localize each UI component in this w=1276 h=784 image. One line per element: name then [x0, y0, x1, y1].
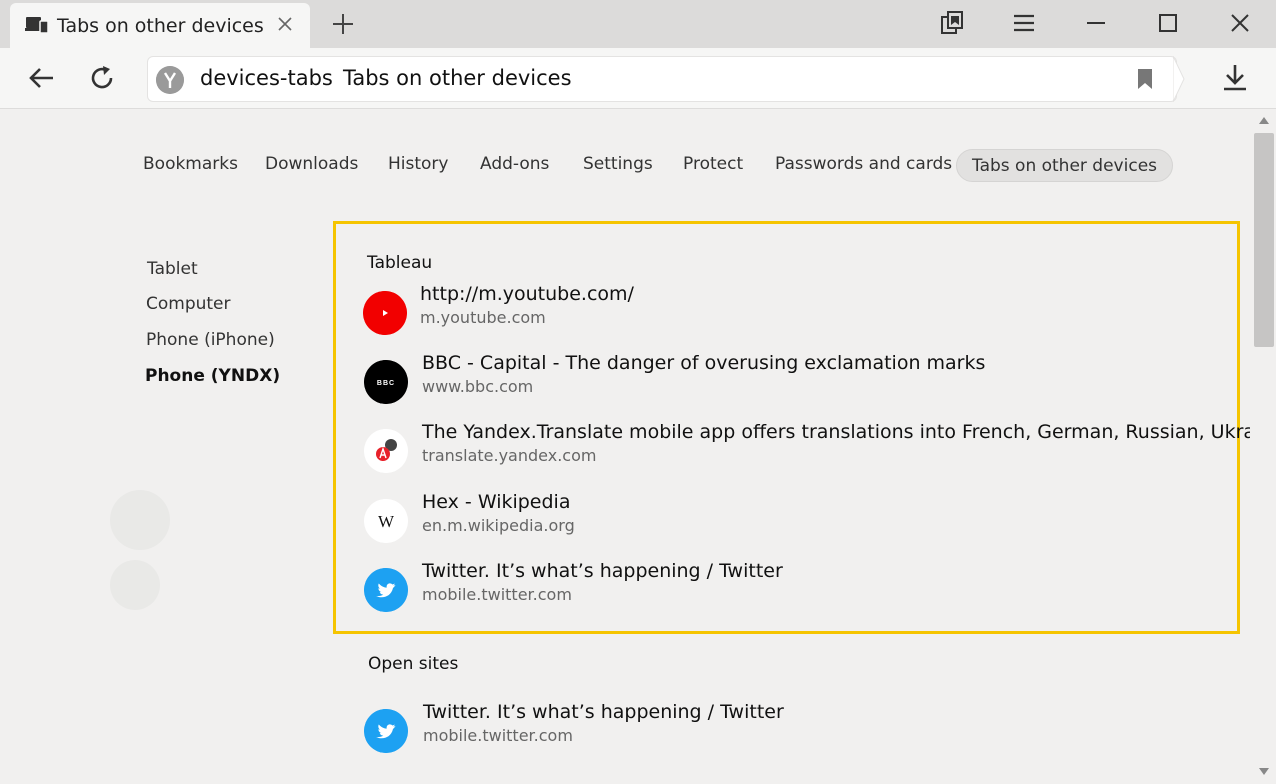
scrollbar-thumb[interactable] — [1254, 133, 1274, 347]
tableau-item[interactable]: Twitter. It’s what’s happening / Twitter… — [362, 560, 1252, 628]
site-url: en.m.wikipedia.org — [422, 516, 575, 535]
address-toolbar: devices-tabs Tabs on other devices — [0, 48, 1276, 109]
site-title: http://m.youtube.com/ — [420, 283, 634, 305]
site-url: translate.yandex.com — [422, 446, 597, 465]
maximize-icon[interactable] — [1155, 10, 1181, 36]
settings-nav: Bookmarks Downloads History Add-ons Sett… — [0, 148, 1250, 184]
title-bar: Tabs on other devices — [0, 0, 1276, 48]
nav-protect[interactable]: Protect — [683, 148, 743, 181]
tableau-item[interactable]: http://m.youtube.com/ m.youtube.com — [362, 283, 1252, 351]
site-title: Twitter. It’s what’s happening / Twitter — [423, 701, 784, 723]
site-url: m.youtube.com — [420, 308, 546, 327]
open-site-item[interactable]: Twitter. It’s what’s happening / Twitter… — [362, 701, 1252, 769]
background-ghost — [110, 490, 170, 550]
twitter-icon — [364, 568, 408, 612]
tab-manager-icon[interactable] — [939, 10, 965, 36]
nav-history[interactable]: History — [388, 148, 448, 181]
background-ghost — [110, 560, 160, 610]
yandex-icon — [156, 66, 184, 94]
bookmark-icon[interactable] — [1135, 68, 1155, 90]
open-sites-title: Open sites — [368, 654, 459, 674]
site-title: Twitter. It’s what’s happening / Twitter — [422, 560, 783, 582]
nav-passwords-and-cards[interactable]: Passwords and cards — [775, 148, 952, 181]
tableau-item[interactable]: BBC BBC - Capital - The danger of overus… — [362, 352, 1252, 420]
close-tab-icon[interactable] — [274, 13, 296, 35]
device-phone-iphone[interactable]: Phone (iPhone) — [146, 330, 275, 350]
scroll-up-icon[interactable] — [1259, 116, 1269, 124]
nav-add-ons[interactable]: Add-ons — [480, 148, 549, 181]
address-bar-arrow — [1173, 56, 1185, 102]
nav-downloads[interactable]: Downloads — [265, 148, 358, 181]
reload-icon[interactable] — [87, 63, 117, 93]
site-url: www.bbc.com — [422, 377, 534, 396]
youtube-icon — [363, 291, 407, 335]
devices-icon — [25, 17, 49, 34]
svg-text:W: W — [378, 512, 395, 531]
svg-text:BBC: BBC — [377, 380, 395, 387]
site-title: BBC - Capital - The danger of overusing … — [422, 352, 986, 374]
address-bar[interactable]: devices-tabs Tabs on other devices — [147, 56, 1177, 102]
device-tablet[interactable]: Tablet — [147, 259, 198, 279]
translate-icon — [364, 429, 408, 473]
tableau-item[interactable]: W Hex - Wikipedia en.m.wikipedia.org — [362, 491, 1252, 559]
site-title: Hex - Wikipedia — [422, 491, 571, 513]
device-phone-yndx[interactable]: Phone (YNDX) — [145, 366, 280, 386]
close-window-icon[interactable] — [1227, 10, 1253, 36]
tableau-title: Tableau — [367, 253, 433, 273]
nav-settings[interactable]: Settings — [583, 148, 653, 181]
browser-tab[interactable]: Tabs on other devices — [10, 3, 310, 48]
wikipedia-icon: W — [364, 499, 408, 543]
site-title: The Yandex.Translate mobile app offers t… — [422, 421, 1276, 443]
device-computer[interactable]: Computer — [146, 294, 231, 314]
nav-tabs-on-other-devices[interactable]: Tabs on other devices — [956, 149, 1174, 182]
twitter-icon — [364, 709, 408, 753]
site-url: mobile.twitter.com — [422, 585, 572, 604]
minimize-icon[interactable] — [1083, 10, 1109, 36]
scroll-down-icon[interactable] — [1259, 768, 1269, 776]
download-icon[interactable] — [1220, 62, 1250, 92]
url-host: devices-tabs — [200, 66, 333, 90]
back-icon[interactable] — [27, 63, 57, 93]
bbc-icon: BBC — [364, 360, 408, 404]
url-page-title: Tabs on other devices — [343, 66, 572, 90]
site-url: mobile.twitter.com — [423, 726, 573, 745]
tableau-item[interactable]: The Yandex.Translate mobile app offers t… — [362, 421, 1276, 489]
menu-icon[interactable] — [1011, 10, 1037, 36]
nav-bookmarks[interactable]: Bookmarks — [143, 148, 238, 181]
tab-title: Tabs on other devices — [57, 15, 264, 37]
new-tab-icon[interactable] — [330, 11, 356, 37]
